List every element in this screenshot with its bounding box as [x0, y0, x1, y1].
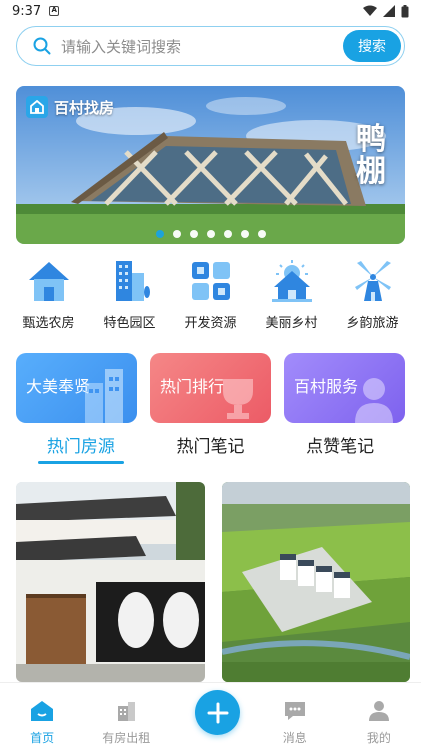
category-item-park[interactable]: 特色园区 [89, 258, 170, 331]
banner-vertical-text: 鸭 棚 [356, 122, 386, 189]
banner-carousel[interactable]: 百村找房 鸭 棚 [16, 86, 405, 244]
nav-label: 有房出租 [102, 731, 151, 745]
tab-liked-notes[interactable]: 点赞笔记 [275, 430, 405, 466]
status-bar: 9:37 A [0, 0, 421, 22]
wifi-icon [363, 5, 377, 16]
nav-label: 首页 [30, 731, 55, 745]
category-label: 美丽乡村 [265, 316, 318, 331]
service-person-icon [355, 378, 393, 423]
category-item-resources[interactable]: 开发资源 [170, 258, 251, 331]
carousel-dot[interactable] [257, 230, 266, 238]
banner-logo-text: 百村找房 [54, 98, 115, 117]
listing-card[interactable] [222, 482, 410, 682]
windmill-icon [350, 258, 396, 304]
category-item-farmhouse[interactable]: 甄选农房 [8, 258, 89, 331]
search-button[interactable]: 搜索 [343, 30, 401, 62]
category-grid: 甄选农房 特色园区 开发资源 美丽乡村 乡韵旅游 [8, 258, 413, 331]
battery-icon [401, 4, 409, 17]
carousel-dot[interactable] [172, 230, 181, 238]
search-input[interactable]: 请输入关键词搜索 [61, 36, 343, 57]
house-icon [26, 258, 72, 304]
plus-icon [207, 702, 228, 723]
category-label: 甄选农房 [22, 316, 75, 331]
feature-card-fengxian[interactable]: 大美奉贤 [16, 353, 137, 423]
feature-card-label: 百村服务 [294, 377, 359, 396]
listing-image [222, 482, 410, 682]
signal-icon [383, 5, 395, 17]
grid-icon [188, 258, 234, 304]
category-item-village[interactable]: 美丽乡村 [251, 258, 332, 331]
tab-hot-listings[interactable]: 热门房源 [16, 430, 146, 466]
content-tabs: 热门房源 热门笔记 点赞笔记 [16, 430, 405, 466]
carousel-dot[interactable] [206, 230, 215, 238]
carousel-dot[interactable] [240, 230, 249, 238]
tab-hot-notes[interactable]: 热门笔记 [146, 430, 276, 466]
buildings-icon [107, 258, 153, 304]
nav-label: 消息 [282, 731, 307, 745]
carousel-dot[interactable] [189, 230, 198, 238]
carousel-dots[interactable] [16, 230, 405, 238]
search-icon [33, 37, 51, 55]
home-icon [30, 699, 54, 723]
feature-card-ranking[interactable]: 热门排行 [150, 353, 271, 423]
village-icon [269, 258, 315, 304]
category-label: 特色园区 [103, 316, 156, 331]
message-icon [283, 699, 307, 723]
app-logo-icon [26, 96, 48, 118]
rent-icon [114, 699, 138, 723]
listing-card[interactable] [16, 482, 205, 682]
carousel-dot[interactable] [155, 230, 164, 238]
status-time: 9:37 [12, 3, 42, 19]
listing-image [16, 482, 205, 682]
buildings-icon [85, 369, 123, 423]
nav-label: 我的 [366, 731, 391, 745]
category-item-tourism[interactable]: 乡韵旅游 [332, 258, 413, 331]
banner-logo: 百村找房 [26, 96, 114, 118]
feature-cards: 大美奉贤 热门排行 百村服务 [16, 353, 405, 423]
notification-icon: A [49, 6, 60, 16]
status-icons [363, 4, 409, 18]
nav-profile[interactable]: 我的 [337, 683, 421, 748]
nav-home[interactable]: 首页 [0, 683, 84, 748]
category-label: 乡韵旅游 [346, 316, 399, 331]
carousel-dot[interactable] [223, 230, 232, 238]
user-icon [367, 699, 391, 723]
category-label: 开发资源 [184, 316, 237, 331]
add-button[interactable] [195, 690, 240, 735]
trophy-icon [223, 379, 253, 419]
feature-card-service[interactable]: 百村服务 [284, 353, 405, 423]
search-bar[interactable]: 请输入关键词搜索 搜索 [16, 26, 405, 66]
nav-messages[interactable]: 消息 [253, 683, 337, 748]
nav-rent[interactable]: 有房出租 [84, 683, 168, 748]
